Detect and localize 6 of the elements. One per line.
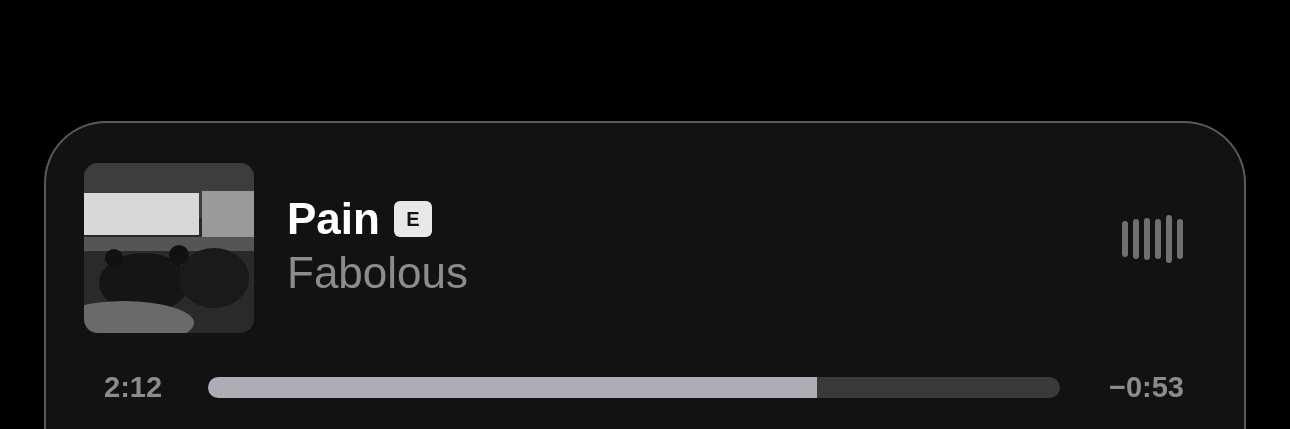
- explicit-badge: E: [393, 201, 432, 237]
- progress-track[interactable]: [208, 377, 1060, 398]
- elapsed-time: 2:12: [104, 371, 164, 404]
- track-title: Pain: [287, 194, 380, 244]
- remaining-time: −0:53: [1108, 371, 1184, 404]
- artist-name[interactable]: Fabolous: [287, 248, 1120, 298]
